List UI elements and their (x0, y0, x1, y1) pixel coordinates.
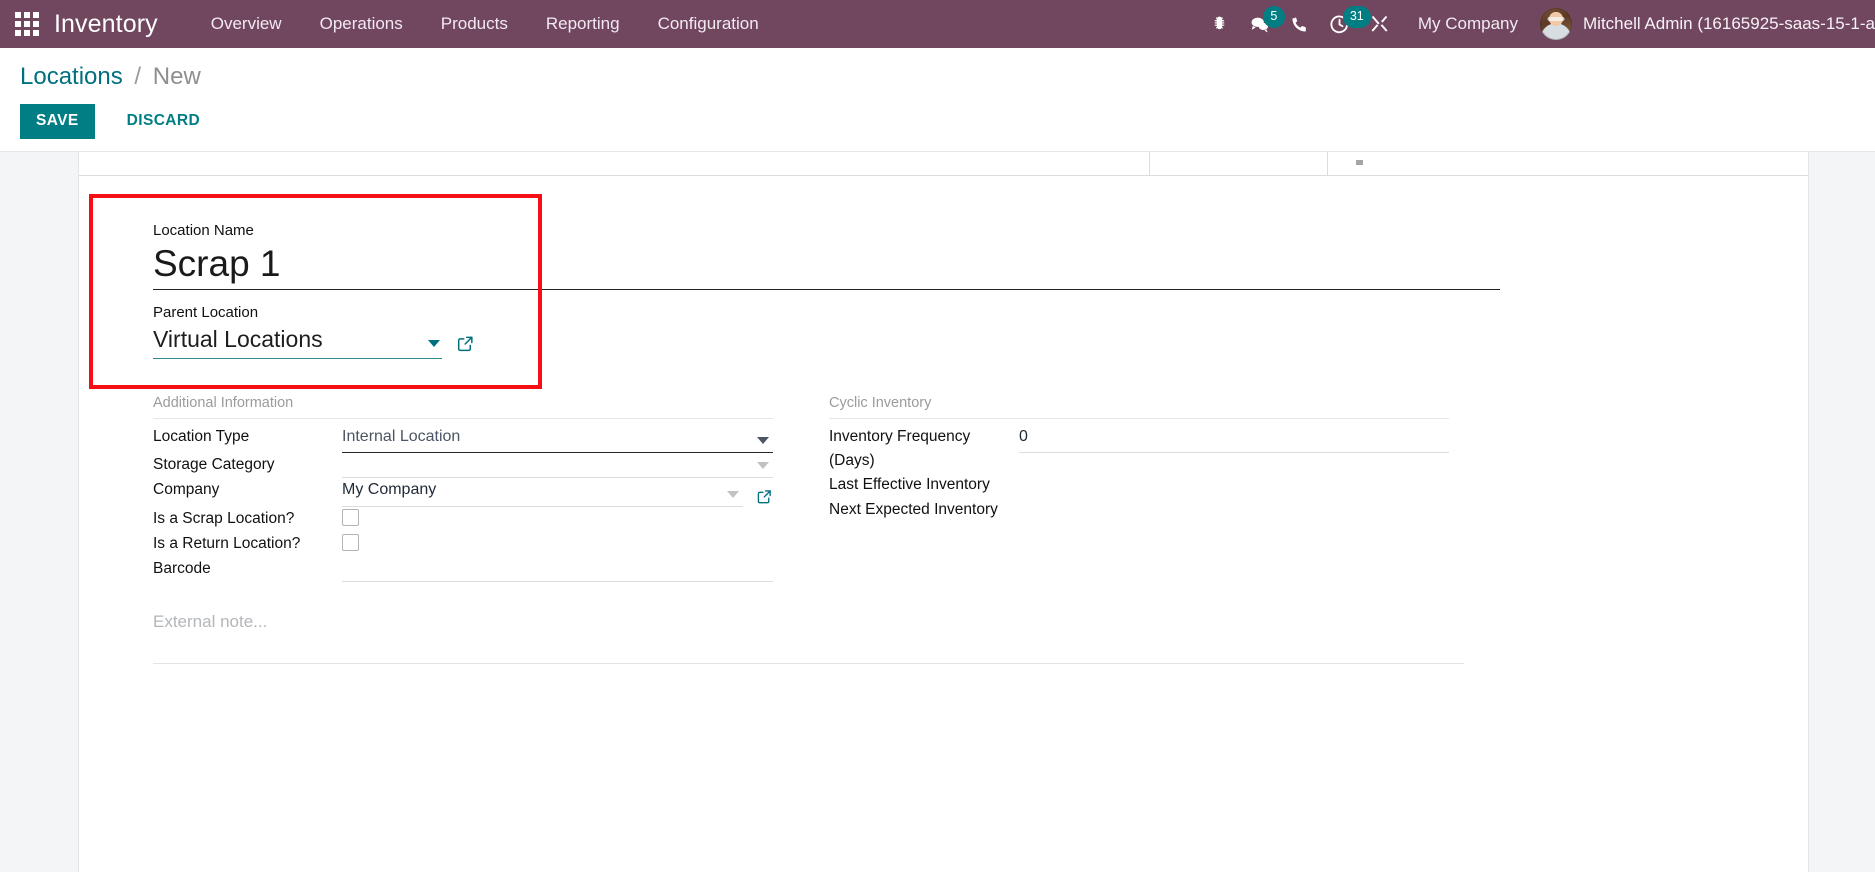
barcode-label: Barcode (153, 559, 211, 577)
barcode-value (342, 557, 773, 580)
additional-information-fields: Location Type Internal Location Storage … (153, 425, 773, 582)
top-navbar: Inventory Overview Operations Products R… (0, 0, 1875, 48)
user-name-label: Mitchell Admin (16165925-saas-15-1-a (1583, 14, 1875, 33)
menu-item-reporting[interactable]: Reporting (527, 0, 639, 48)
chevron-down-icon[interactable] (727, 490, 739, 498)
next-expected-inventory-label: Next Expected Inventory (829, 501, 998, 519)
form-sheet: Location Name Scrap 1 Parent Location Vi… (78, 151, 1809, 872)
form-action-buttons: SAVE DISCARD (0, 91, 1875, 151)
last-effective-inventory-label: Last Effective Inventory (829, 476, 990, 494)
chevron-down-icon[interactable] (428, 340, 440, 348)
breadcrumb-current: New (152, 63, 201, 90)
external-link-icon[interactable] (456, 334, 475, 353)
location-name-group: Location Name Scrap 1 (115, 206, 1500, 290)
additional-information-group: Additional Information Location Type Int… (153, 395, 773, 582)
stat-button-divider-1 (1149, 151, 1150, 175)
user-menu[interactable]: Mitchell Admin (16165925-saas-15-1-a (1534, 8, 1875, 40)
cyclic-inventory-title: Cyclic Inventory (829, 395, 1449, 420)
phone-icon[interactable] (1280, 0, 1320, 48)
bug-icon[interactable] (1200, 0, 1240, 48)
field-row-storage-category: Storage Category (153, 453, 773, 479)
next-expected-inventory-field[interactable] (1019, 498, 1449, 523)
field-row-location-type: Location Type Internal Location (153, 425, 773, 454)
cyclic-inventory-fields: Inventory Frequency (Days) 0 Last Effect… (829, 425, 1449, 523)
next-expected-inventory-value (1019, 498, 1449, 521)
is-return-location-label: Is a Return Location? (153, 534, 301, 552)
is-scrap-location-label: Is a Scrap Location? (153, 509, 295, 527)
menu-item-overview[interactable]: Overview (192, 0, 301, 48)
external-link-icon[interactable] (756, 488, 773, 505)
parent-location-row: Virtual Locations (153, 325, 1772, 360)
location-type-value: Internal Location (342, 428, 461, 446)
menu-item-products[interactable]: Products (422, 0, 527, 48)
form-view-background: Location Name Scrap 1 Parent Location Vi… (0, 151, 1875, 872)
chevron-down-icon[interactable] (757, 437, 769, 445)
location-name-label: Location Name (153, 221, 254, 239)
discard-button[interactable]: DISCARD (113, 104, 214, 139)
app-brand-inventory[interactable]: Inventory (54, 10, 158, 39)
cyclic-inventory-group: Cyclic Inventory Inventory Frequency (Da… (829, 395, 1449, 581)
stat-buttons-strip (79, 151, 1808, 176)
location-type-field[interactable]: Internal Location (342, 425, 773, 454)
save-button[interactable]: SAVE (20, 103, 95, 139)
breadcrumb-separator: / (134, 63, 142, 90)
parent-location-label: Parent Location (153, 304, 259, 321)
activities-clock-icon[interactable]: 31 (1320, 0, 1371, 48)
company-value: My Company (342, 481, 437, 499)
menu-item-operations[interactable]: Operations (301, 0, 422, 48)
additional-information-title: Additional Information (153, 395, 773, 420)
field-row-last-effective-inventory: Last Effective Inventory (829, 473, 1449, 498)
breadcrumb: Locations / New (0, 63, 1875, 91)
stat-button-divider-2 (1327, 151, 1328, 175)
form-body: Location Name Scrap 1 Parent Location Vi… (79, 176, 1808, 665)
chevron-down-icon[interactable] (757, 462, 769, 470)
parent-location-field[interactable]: Virtual Locations (153, 325, 442, 360)
is-return-location-checkbox[interactable] (342, 533, 359, 551)
company-field[interactable]: My Company (342, 478, 743, 507)
control-panel: Locations / New SAVE DISCARD (0, 48, 1875, 152)
apps-grid-icon[interactable] (14, 11, 40, 37)
parent-location-input[interactable]: Virtual Locations (153, 325, 442, 358)
menu-item-configuration[interactable]: Configuration (639, 0, 778, 48)
last-effective-inventory-field[interactable] (1019, 473, 1449, 498)
main-menu: Overview Operations Products Reporting C… (192, 0, 778, 48)
last-effective-inventory-value (1019, 473, 1449, 496)
storage-category-field[interactable] (342, 453, 773, 479)
inventory-frequency-value: 0 (1019, 428, 1028, 446)
field-row-next-expected-inventory: Next Expected Inventory (829, 498, 1449, 523)
is-scrap-location-checkbox[interactable] (342, 508, 359, 526)
location-type-label: Location Type (153, 428, 250, 446)
inventory-frequency-label: Inventory Frequency (Days) (829, 428, 971, 470)
developer-tools-icon[interactable] (1360, 0, 1400, 48)
messages-icon[interactable]: 5 (1240, 0, 1285, 48)
company-switcher[interactable]: My Company (1400, 14, 1534, 34)
inventory-frequency-field[interactable]: 0 (1019, 425, 1449, 454)
company-label: Company (153, 481, 220, 499)
storage-category-label: Storage Category (153, 456, 275, 474)
external-note-input[interactable]: External note... (153, 610, 1464, 665)
form-groups: Additional Information Location Type Int… (115, 359, 1772, 582)
breadcrumb-locations[interactable]: Locations (20, 63, 123, 90)
avatar (1540, 8, 1572, 40)
parent-location-group: Parent Location Virtual Locations (115, 290, 1772, 360)
field-row-barcode: Barcode (153, 557, 773, 582)
field-row-inventory-frequency: Inventory Frequency (Days) 0 (829, 425, 1449, 473)
barcode-field[interactable] (342, 557, 773, 582)
storage-category-value (342, 453, 773, 476)
field-row-is-return-location: Is a Return Location? (153, 532, 773, 557)
external-note-area: External note... (115, 582, 1464, 665)
field-row-company: Company My Company (153, 478, 773, 507)
field-row-is-scrap-location: Is a Scrap Location? (153, 507, 773, 532)
systray: 5 31 (1200, 0, 1400, 48)
stat-button-partial-glyph (1356, 159, 1363, 165)
location-name-input[interactable]: Scrap 1 (153, 242, 1500, 290)
